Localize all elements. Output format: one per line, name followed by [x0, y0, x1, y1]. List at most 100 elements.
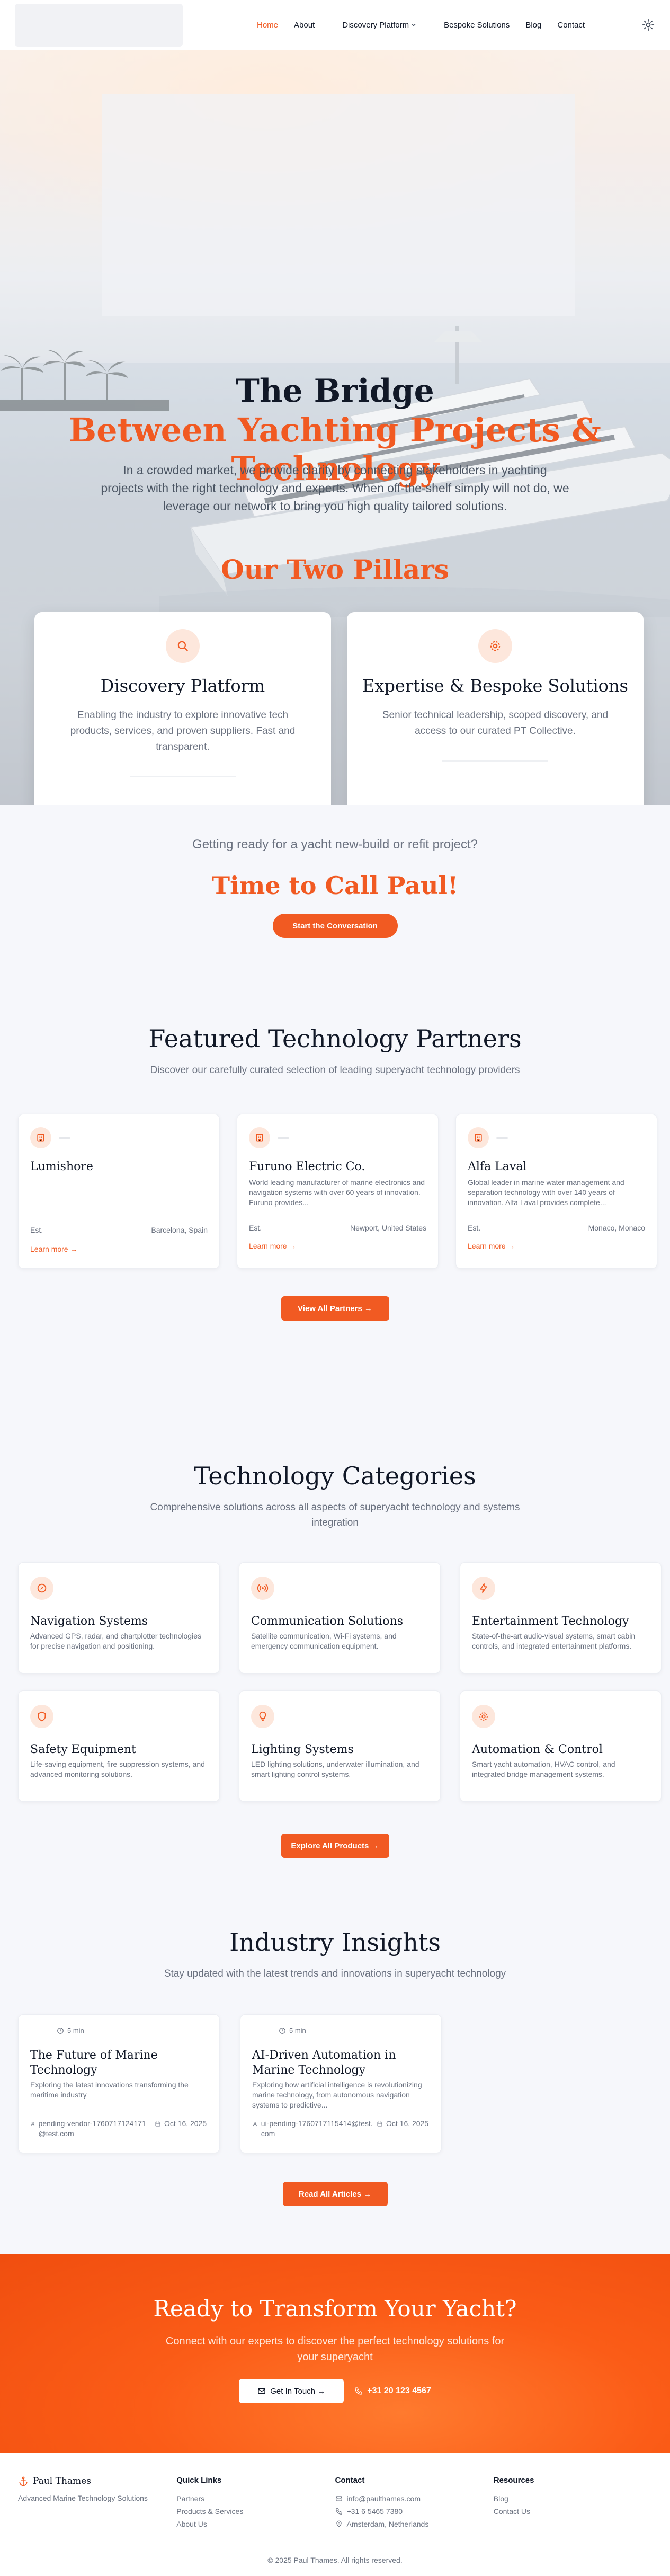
nav-blog[interactable]: Blog [525, 21, 541, 30]
start-conversation-button[interactable]: Start the Conversation [272, 914, 398, 938]
partner-est: Est. [468, 1224, 481, 1232]
pillar-text: Enabling the industry to explore innovat… [70, 710, 296, 753]
gear-icon [472, 1705, 495, 1728]
category-desc: State-of-the-art audio-visual systems, s… [472, 1632, 636, 1650]
pillars-heading: Our Two Pillars [221, 554, 449, 585]
nav-discovery-label: Discovery Platform [342, 20, 409, 30]
search-icon [166, 629, 200, 663]
category-card-navigation[interactable]: Navigation Systems Advanced GPS, radar, … [18, 1562, 220, 1674]
nav-bespoke-solutions[interactable]: Bespoke Solutions [444, 21, 510, 30]
article-card[interactable]: 5 min The Future of Marine Technology Ex… [18, 2014, 220, 2153]
mail-icon [258, 2388, 265, 2394]
placeholder-bar [278, 1137, 289, 1139]
view-all-partners-button[interactable]: View All Partners → [281, 1296, 389, 1321]
category-card-automation[interactable]: Automation & Control Smart yacht automat… [460, 1690, 662, 1802]
logo-placeholder[interactable] [15, 3, 183, 47]
settings-gear-icon[interactable] [641, 18, 655, 32]
article-author: pending-vendor-1760717124171@test.com [38, 2119, 146, 2138]
hero-title-line1: The Bridge [236, 373, 434, 410]
pillar-card-expertise[interactable]: Expertise & Bespoke Solutions Senior tec… [347, 612, 644, 805]
nav-contact[interactable]: Contact [557, 21, 585, 30]
pillar-text: Senior technical leadership, scoped disc… [382, 710, 609, 737]
category-desc: Life-saving equipment, fire suppression … [30, 1760, 205, 1778]
category-card-safety[interactable]: Safety Equipment Life-saving equipment, … [18, 1690, 220, 1802]
calendar-icon [377, 2121, 382, 2127]
brand-name: Paul Thames [33, 2476, 91, 2486]
explore-all-products-button[interactable]: Explore All Products → [281, 1834, 389, 1858]
clock-icon [279, 2027, 285, 2034]
phone-icon [335, 2508, 342, 2515]
category-desc: Smart yacht automation, HVAC control, an… [472, 1760, 615, 1778]
learn-more-link[interactable]: Learn more → [468, 1242, 515, 1250]
article-card[interactable]: 5 min AI-Driven Automation in Marine Tec… [240, 2014, 442, 2153]
phone-link[interactable]: +31 20 123 4567 [354, 2386, 431, 2396]
learn-more-link[interactable]: Learn more → [30, 1245, 77, 1253]
resources-heading: Resources [493, 2476, 534, 2485]
partner-est: Est. [249, 1224, 262, 1232]
featured-partners-section: Featured Technology Partners Discover ou… [0, 1015, 670, 1399]
footer-brand[interactable]: Paul Thames [18, 2476, 176, 2486]
category-name: Communication Solutions [251, 1615, 403, 1628]
partner-card[interactable]: Alfa Laval Global leader in marine water… [455, 1114, 657, 1269]
hero-image-placeholder [102, 94, 575, 316]
user-icon [253, 2121, 257, 2127]
pillar-title: Discovery Platform [100, 676, 265, 696]
site-header: Home About Discovery Platform Bespoke So… [0, 0, 670, 50]
brand-tagline: Advanced Marine Technology Solutions [18, 2494, 148, 2502]
category-card-lighting[interactable]: Lighting Systems LED lighting solutions,… [239, 1690, 441, 1802]
get-in-touch-button[interactable]: Get In Touch → [239, 2379, 344, 2403]
main-nav: Home About Discovery Platform Bespoke So… [257, 21, 585, 30]
chevron-down-icon [412, 24, 416, 26]
partner-est: Est. [30, 1226, 43, 1234]
pillar-card-discovery[interactable]: Discovery Platform Enabling the industry… [34, 612, 331, 805]
email-text: info@paulthames.com [346, 2494, 421, 2503]
partner-desc: World leading manufacturer of marine ele… [249, 1178, 425, 1207]
footer-link-contact[interactable]: Contact Us [494, 2505, 652, 2518]
category-name: Safety Equipment [30, 1743, 136, 1756]
cta-title: Ready to Transform Your Yacht? [153, 2296, 517, 2322]
bulb-icon [251, 1705, 274, 1728]
get-in-touch-label: Get In Touch → [270, 2386, 326, 2396]
building-icon [249, 1127, 270, 1148]
bolt-icon [472, 1577, 495, 1600]
nav-about[interactable]: About [294, 21, 315, 30]
footer-link-about[interactable]: About Us [176, 2518, 335, 2530]
article-author: ui-pending-1760717115414@test.com [261, 2119, 373, 2138]
footer-phone[interactable]: +31 6 5465 7380 [335, 2505, 494, 2518]
category-desc: Satellite communication, Wi-Fi systems, … [251, 1632, 397, 1650]
hero-section: The Bridge Between Yachting Projects & T… [0, 50, 670, 805]
call-paul-section: Getting ready for a yacht new-build or r… [0, 805, 670, 1015]
read-time: 5 min [67, 2026, 84, 2034]
section-subtitle: Comprehensive solutions across all aspec… [150, 1502, 520, 1528]
footer-link-products[interactable]: Products & Services [176, 2505, 335, 2518]
category-card-entertainment[interactable]: Entertainment Technology State-of-the-ar… [460, 1562, 662, 1674]
industry-insights-section: Industry Insights Stay updated with the … [0, 1893, 670, 2254]
category-name: Automation & Control [472, 1743, 603, 1756]
article-title: The Future of Marine Technology [30, 2049, 158, 2077]
nav-home[interactable]: Home [257, 21, 278, 30]
footer-link-blog[interactable]: Blog [494, 2492, 652, 2505]
read-all-articles-button[interactable]: Read All Articles → [282, 2182, 388, 2206]
category-name: Lighting Systems [251, 1743, 354, 1756]
quick-links-heading: Quick Links [176, 2476, 222, 2485]
phone-text: +31 6 5465 7380 [346, 2507, 403, 2516]
pillar-title: Expertise & Bespoke Solutions [362, 676, 628, 696]
footer-email[interactable]: info@paulthames.com [335, 2492, 494, 2505]
section-subtitle: Discover our carefully curated selection… [150, 1065, 520, 1076]
section-title: Technology Categories [194, 1462, 476, 1490]
footer-link-partners[interactable]: Partners [176, 2492, 335, 2505]
placeholder-bar [496, 1137, 508, 1139]
cta-text: Connect with our experts to discover the… [165, 2335, 505, 2363]
article-desc: Exploring the latest innovations transfo… [30, 2081, 189, 2099]
copyright: © 2025 Paul Thames. All rights reserved. [267, 2556, 403, 2564]
partner-location: Barcelona, Spain [151, 1226, 208, 1234]
learn-more-link[interactable]: Learn more → [249, 1242, 296, 1250]
nav-discovery-platform[interactable]: Discovery Platform [342, 21, 416, 30]
call-headline: Time to Call Paul! [211, 871, 459, 900]
footer-address: Amsterdam, Netherlands [335, 2518, 494, 2530]
contact-heading: Contact [335, 2476, 365, 2485]
ready-cta-section: Ready to Transform Your Yacht? Connect w… [0, 2254, 670, 2453]
partner-card[interactable]: Furuno Electric Co. World leading manufa… [237, 1114, 439, 1269]
partner-card[interactable]: Lumishore Est. Barcelona, Spain Learn mor… [18, 1114, 220, 1269]
category-card-communication[interactable]: Communication Solutions Satellite commun… [239, 1562, 441, 1674]
